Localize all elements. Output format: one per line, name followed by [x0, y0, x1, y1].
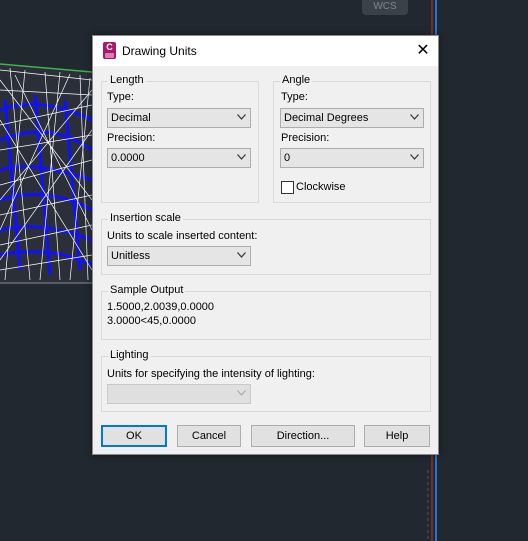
angle-precision-label: Precision:: [281, 132, 330, 144]
chevron-down-icon: [410, 114, 419, 120]
direction-button[interactable]: Direction...: [251, 425, 355, 447]
clockwise-label[interactable]: Clockwise: [296, 181, 346, 193]
close-icon[interactable]: ✕: [411, 40, 435, 62]
autocad-app-icon: C: [103, 42, 116, 59]
length-group-label: Length: [108, 74, 146, 86]
angle-type-select[interactable]: Decimal Degrees: [280, 108, 424, 128]
length-precision-label: Precision:: [107, 132, 156, 144]
sample-output-group-label: Sample Output: [108, 284, 186, 296]
lighting-group-label: Lighting: [108, 349, 151, 361]
help-button[interactable]: Help: [364, 425, 430, 447]
angle-type-value: Decimal Degrees: [284, 112, 369, 124]
dialog-title: Drawing Units: [122, 44, 197, 58]
insertion-units-value: Unitless: [111, 250, 151, 262]
length-type-label: Type:: [107, 91, 134, 103]
chevron-down-icon: [237, 154, 246, 160]
chevron-down-icon: [237, 390, 246, 396]
ok-button[interactable]: OK: [101, 425, 167, 447]
angle-group-label: Angle: [280, 74, 313, 86]
lighting-units-select: [107, 384, 251, 404]
lighting-units-label: Units for specifying the intensity of li…: [107, 368, 315, 380]
wcs-indicator[interactable]: WCS: [362, 0, 408, 15]
chevron-down-icon: [410, 154, 419, 160]
chevron-down-icon: [237, 114, 246, 120]
chevron-down-icon: [237, 252, 246, 258]
insertion-units-label: Units to scale inserted content:: [107, 230, 258, 242]
sample-output-line-2: 3.0000<45,0.0000: [107, 315, 197, 327]
drawing-units-dialog: C Drawing Units ✕ Length Type: Decimal P…: [92, 35, 439, 455]
angle-precision-value: 0: [284, 152, 291, 164]
cancel-button[interactable]: Cancel: [177, 425, 241, 447]
sample-output-line-1: 1.5000,2.0039,0.0000: [107, 301, 215, 313]
angle-type-label: Type:: [281, 91, 308, 103]
length-precision-select[interactable]: 0.0000: [107, 148, 251, 168]
insertion-units-select[interactable]: Unitless: [107, 246, 251, 266]
length-type-select[interactable]: Decimal: [107, 108, 251, 128]
insertion-scale-group-label: Insertion scale: [108, 212, 183, 224]
angle-precision-select[interactable]: 0: [280, 148, 424, 168]
title-bar: C Drawing Units ✕: [93, 36, 438, 66]
length-type-value: Decimal: [111, 112, 151, 124]
length-precision-value: 0.0000: [111, 152, 145, 164]
clockwise-checkbox[interactable]: [281, 181, 294, 194]
